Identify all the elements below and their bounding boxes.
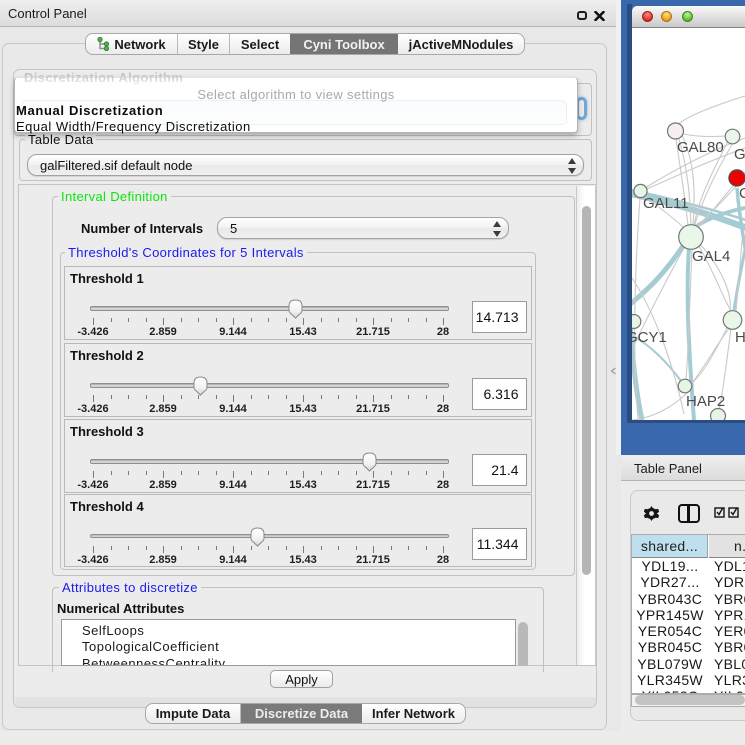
- svg-text:GAL80: GAL80: [677, 139, 724, 156]
- svg-text:HAP2: HAP2: [686, 393, 725, 410]
- svg-text:GAL11: GAL11: [643, 195, 689, 212]
- svg-text:GCY1: GCY1: [632, 329, 667, 346]
- svg-text:GAL4: GAL4: [692, 248, 730, 265]
- svg-text:H: H: [735, 329, 745, 346]
- svg-text:G...: G...: [734, 146, 745, 163]
- svg-text:C: C: [739, 185, 745, 202]
